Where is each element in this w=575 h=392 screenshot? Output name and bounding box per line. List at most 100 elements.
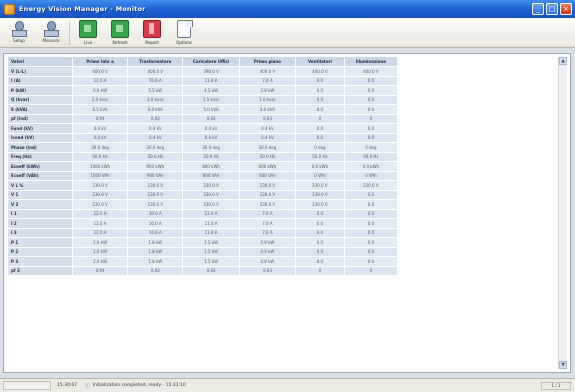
scroll-up-icon[interactable]: ▲ — [559, 57, 567, 65]
table-cell: 30.0 deg — [127, 142, 184, 153]
column-header[interactable]: Primo piano — [239, 57, 296, 67]
table-row[interactable]: Q (kvar) 2.0 kvar 2.0 kvar 1.5 kvar 1.0 kvar… — [8, 95, 570, 105]
table-row[interactable]: P 3 2.0 kW 1.8 kW 1.5 kW 0.9 kW 0.0 0.0 — [8, 256, 570, 267]
table-cell: 0.0 — [344, 237, 398, 248]
table-cell: 30.0 deg — [72, 142, 129, 153]
column-header[interactable]: Caricatore Uffici — [182, 57, 241, 67]
app-icon — [4, 3, 15, 15]
table-cell: 2.8 kW — [239, 85, 296, 96]
table-cell: 50.0 Hz — [344, 152, 398, 162]
column-header[interactable]: Trasformatore — [127, 57, 184, 67]
document-icon — [177, 20, 193, 38]
table-cell: 0.94 — [72, 266, 129, 276]
table-cell: 230.0 V — [72, 199, 129, 210]
options-button[interactable]: Options — [169, 18, 199, 46]
table-row[interactable]: I 2 12.0 A 10.0 A 11.0 A 7.0 A 0.0 0.0 — [8, 218, 570, 229]
table-row[interactable]: P (kW) 6.0 kW 5.5 kW 4.5 kW 2.8 kW 0.0 0.0 — [8, 85, 570, 96]
table-cell: 12.0 A — [72, 209, 129, 219]
close-button[interactable]: × — [560, 3, 572, 15]
table-cell: 0.0 — [344, 256, 398, 267]
column-header[interactable]: Primo lato a — [72, 57, 129, 67]
table-cell: 7.0 A — [239, 218, 296, 229]
live-button[interactable]: Live — [73, 18, 103, 46]
grid-empty-area — [397, 142, 570, 153]
grid-empty-area — [397, 180, 570, 191]
table-row[interactable]: Fund (kV) 0.4 kV 0.4 kV 0.4 kV 0.4 kV 0.0 0.0 — [8, 123, 570, 134]
table-cell: 6.5 kVA — [72, 104, 129, 115]
table-cell: 400.0 V — [72, 66, 129, 77]
row-label: V (L-L) — [8, 66, 73, 77]
table-row[interactable]: V L % 230.0 V 230.0 V 230.0 V 230.0 V 230.0 V… — [8, 180, 570, 191]
setup-button[interactable]: Setup — [4, 18, 34, 46]
table-cell: 2.0 kvar — [72, 95, 129, 105]
row-label: Freq (Hz) — [8, 152, 73, 162]
row-label: pf (Ind) — [8, 114, 73, 124]
report-button[interactable]: Report — [137, 18, 167, 46]
table-row[interactable]: pf 3 0.94 0.92 0.93 0.93 0 0 — [8, 266, 570, 276]
grid-empty-area — [397, 171, 570, 181]
grid-empty-area — [397, 114, 570, 124]
table-cell: 6.0 kVA — [127, 104, 184, 115]
table-cell: 0.0 — [344, 133, 398, 143]
table-cell: 0.4 kV — [182, 123, 241, 134]
table-cell: 0 — [344, 266, 398, 276]
row-label: Icond (kV) — [8, 133, 73, 143]
status-panel — [3, 381, 51, 390]
row-label: I (A) — [8, 76, 73, 86]
table-row[interactable]: P 2 2.0 kW 1.8 kW 1.5 kW 0.9 kW 0.0 0.0 — [8, 247, 570, 257]
maximize-button[interactable]: □ — [546, 3, 558, 15]
table-row[interactable]: Icond (kV) 0.4 kV 0.4 kV 0.4 kV 0.4 kV 0.0 0.0 — [8, 133, 570, 143]
table-cell: 230.0 V — [72, 190, 129, 200]
table-row[interactable]: S (kVA) 6.5 kVA 6.0 kVA 5.0 kVA 3.0 kVA 0.0 0.… — [8, 104, 570, 115]
table-row[interactable]: I 3 12.0 A 10.0 A 11.0 A 7.0 A 0.0 0.0 — [8, 228, 570, 238]
table-row[interactable]: I (A) 12.0 A 10.0 A 11.0 A 7.0 A 0.0 0.0 — [8, 76, 570, 86]
vertical-scrollbar[interactable]: ▲ ▼ — [558, 57, 567, 369]
grid-empty-area — [397, 133, 570, 143]
minimize-button[interactable]: _ — [532, 3, 544, 15]
table-row[interactable]: V 1 230.0 V 230.0 V 230.0 V 230.0 V 230.0 V 0.… — [8, 190, 570, 200]
row-label: Ecoeff (kWh) — [8, 161, 73, 172]
table-cell: 7.0 A — [239, 228, 296, 238]
table-cell: 0.0 — [295, 228, 346, 238]
grid-empty-area — [397, 218, 570, 229]
refresh-button[interactable]: Refresh — [105, 18, 135, 46]
grid-empty-area — [397, 247, 570, 257]
table-cell: 1.8 kW — [127, 247, 184, 257]
table-cell: 2.0 kvar — [127, 95, 184, 105]
table-row[interactable]: Ecoeff (kWh) 1000 kWh 900 kWh 800 kWh 600 kW… — [8, 161, 570, 172]
scroll-down-icon[interactable]: ▼ — [559, 361, 567, 369]
report-icon — [143, 20, 161, 38]
column-header[interactable]: Illuminazione — [344, 57, 398, 67]
column-header[interactable]: Valori — [8, 57, 73, 67]
column-header[interactable]: Ventilatori — [295, 57, 346, 67]
table-cell: 0 — [295, 266, 346, 276]
setup-icon — [11, 20, 27, 37]
row-label: pf 3 — [8, 266, 73, 276]
table-row[interactable]: Ecoeff (VAh) 1000 VAh 900 VAh 800 VAh 600 VA… — [8, 171, 570, 181]
table-cell: 0.93 — [182, 266, 241, 276]
table-cell: 4.5 kW — [182, 85, 241, 96]
table-row[interactable]: Phase (ind) 30.0 deg 30.0 deg 30.0 deg 30.0 … — [8, 142, 570, 153]
table-row[interactable]: V (L-L) 400.0 V 400.0 V 398.0 V 400.0 V 400.0… — [8, 66, 570, 77]
table-row[interactable]: P 1 2.0 kW 1.8 kW 1.5 kW 0.9 kW 0.0 0.0 — [8, 237, 570, 248]
table-cell: 0.93 — [182, 114, 241, 124]
table-cell: 230.0 V — [295, 199, 346, 210]
table-cell: 600 VAh — [239, 171, 296, 181]
table-cell: 0.0 — [295, 247, 346, 257]
measure-button[interactable]: Measure — [36, 18, 66, 46]
table-cell: 0.0 — [344, 95, 398, 105]
table-cell: 0.0 kWh — [344, 161, 398, 172]
setup-label: Setup — [13, 38, 25, 43]
row-label: I 2 — [8, 218, 73, 229]
table-cell: 0.0 — [295, 133, 346, 143]
table-row[interactable]: pf (Ind) 0.94 0.92 0.93 0.93 0 0 — [8, 114, 570, 124]
table-cell: 0.0 — [295, 256, 346, 267]
table-cell: 0.4 kV — [239, 133, 296, 143]
table-row[interactable]: I 1 12.0 A 10.0 A 11.0 A 7.0 A 0.0 0.0 — [8, 209, 570, 219]
table-cell: 0 deg — [344, 142, 398, 153]
table-cell: 50.0 Hz — [239, 152, 296, 162]
table-row[interactable]: V 2 230.0 V 230.0 V 230.0 V 230.0 V 230.0 V 0.… — [8, 199, 570, 210]
table-cell: 0.0 — [344, 228, 398, 238]
table-cell: 1.8 kW — [127, 237, 184, 248]
table-row[interactable]: Freq (Hz) 50.0 Hz 50.0 Hz 50.0 Hz 50.0 Hz 50.… — [8, 152, 570, 162]
